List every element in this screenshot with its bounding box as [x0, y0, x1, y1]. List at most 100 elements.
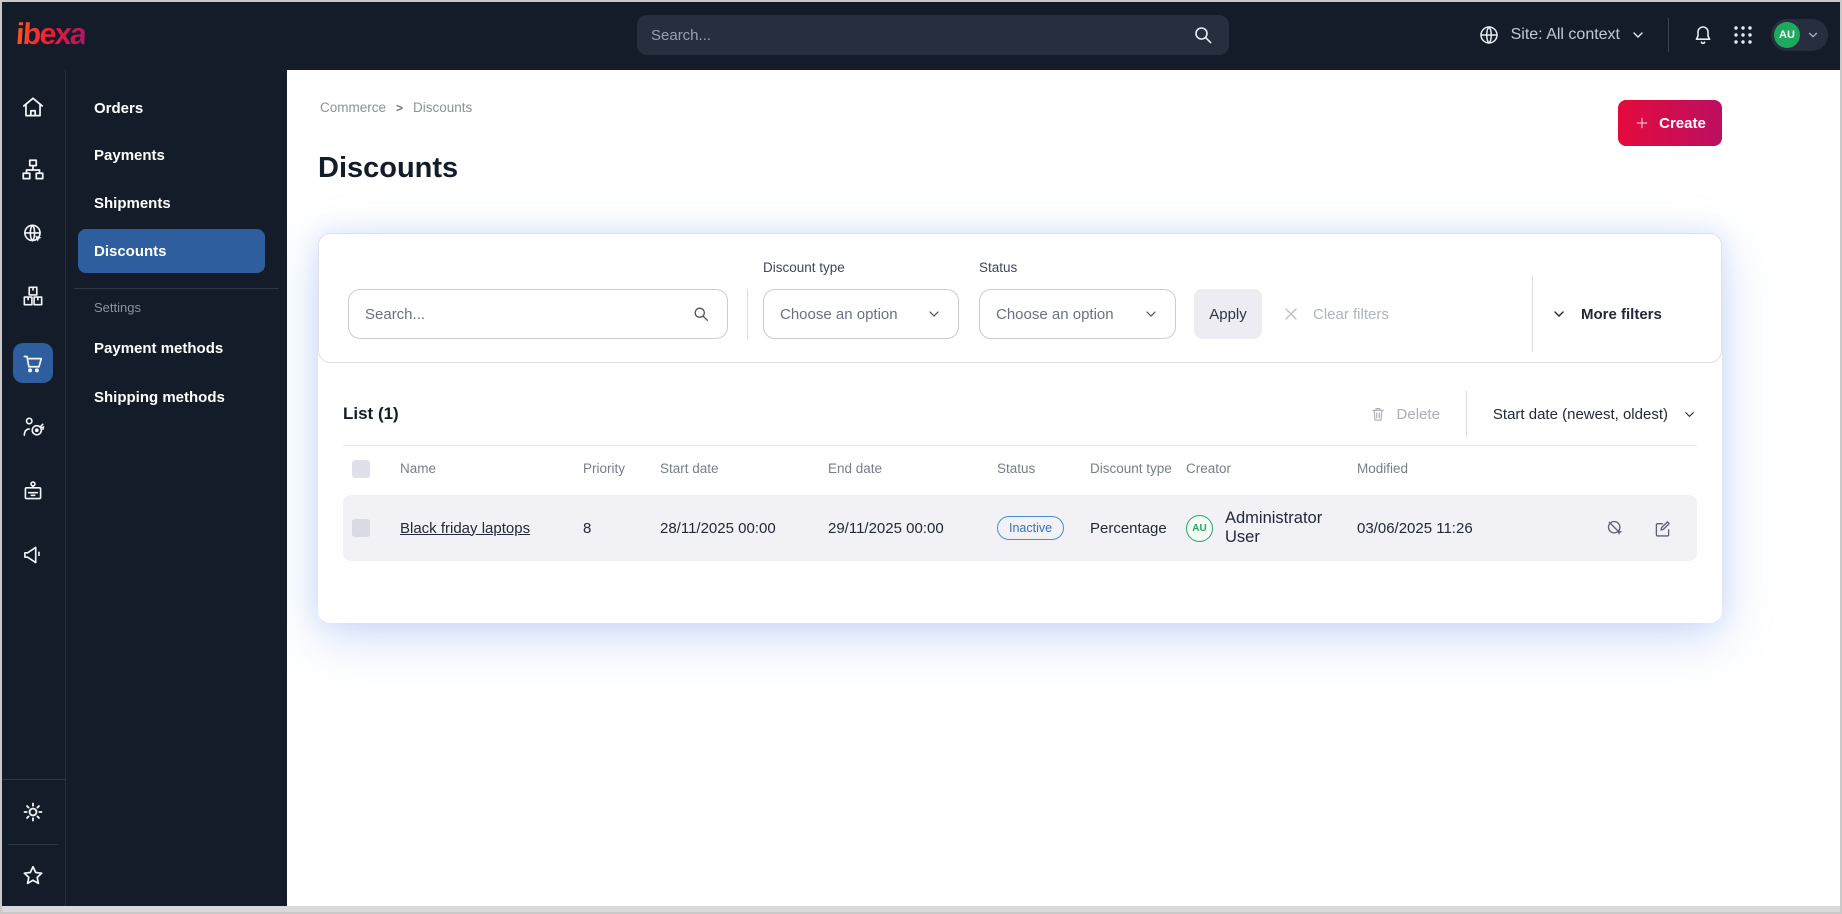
menu-section-label: Settings [94, 300, 141, 315]
menu-item-label: Payments [94, 146, 165, 164]
site-context-selector[interactable]: Site: All context [1477, 23, 1646, 47]
row-checkbox[interactable] [352, 519, 370, 537]
sidebar-item-content[interactable] [13, 150, 53, 190]
sidebar-item-products[interactable] [13, 276, 53, 316]
sidebar-item-site[interactable] [13, 214, 53, 254]
search-icon [694, 307, 708, 321]
user-menu[interactable]: AU [1771, 19, 1828, 51]
trash-icon [1371, 408, 1384, 421]
menu-item-orders[interactable]: Orders [78, 86, 265, 130]
chevron-down-icon [1633, 32, 1643, 38]
sort-selector-label: Start date (newest, oldest) [1492, 405, 1668, 423]
end-date-cell: 29/11/2025 00:00 [828, 519, 944, 537]
delete-button[interactable]: Delete [1369, 405, 1440, 423]
discount-type-cell: Percentage [1090, 519, 1167, 537]
sitemap-icon [22, 159, 44, 180]
menu-item-shipments[interactable]: Shipments [78, 181, 265, 225]
list-header: List (1) Delete Start date (newest, olde… [343, 389, 1697, 439]
modified-cell: 03/06/2025 11:26 [1357, 519, 1473, 537]
boxes-icon [23, 286, 43, 306]
rail-divider [0, 779, 66, 780]
sidebar-item-marketing[interactable] [13, 535, 53, 575]
more-filters-button[interactable]: More filters [1551, 289, 1662, 339]
filter-panel: Discount type Choose an option Status Ch… [318, 233, 1722, 363]
rail-divider [8, 844, 58, 845]
avatar: AU [1774, 22, 1800, 48]
column-header-modified: Modified [1357, 461, 1409, 476]
globe-icon [1479, 26, 1498, 44]
sidebar-item-customers[interactable] [13, 407, 53, 447]
cart-icon [23, 355, 43, 373]
sidebar-item-commerce[interactable] [13, 343, 53, 383]
megaphone-icon [24, 546, 40, 564]
clear-filters-label: Clear filters [1313, 305, 1389, 323]
menu-item-payments[interactable]: Payments [78, 133, 265, 177]
discount-type-select[interactable]: Choose an option [763, 289, 959, 339]
menu-item-label: Shipping methods [94, 388, 225, 406]
chevron-down-icon [1554, 311, 1564, 317]
page-title: Discounts [318, 152, 459, 184]
column-header-name: Name [400, 461, 437, 476]
row-actions [1605, 518, 1697, 539]
filter-search-input[interactable] [365, 305, 691, 323]
status-select[interactable]: Choose an option [979, 289, 1176, 339]
globe-cursor-icon [24, 224, 42, 242]
sidebar-item-admin[interactable] [13, 792, 53, 832]
discount-type-label: Discount type [763, 260, 845, 275]
creator-cell: AU Administrator User [1186, 509, 1357, 547]
filter-divider [747, 289, 748, 339]
select-all-checkbox[interactable] [352, 459, 370, 478]
sidebar-item-bookmarks[interactable] [13, 856, 53, 896]
icon-rail [0, 70, 66, 906]
sidebar-item-users[interactable] [13, 471, 53, 511]
menu-item-label: Orders [94, 99, 144, 117]
column-header-status: Status [997, 461, 1036, 476]
start-date-cell: 28/11/2025 00:00 [660, 519, 776, 537]
creator-avatar: AU [1186, 514, 1213, 542]
creator-name: Administrator User [1225, 509, 1323, 546]
table-header-row: Name Priority Start date End date Status… [343, 445, 1697, 491]
star-icon [23, 865, 43, 885]
column-header-priority: Priority [583, 461, 626, 476]
menu-item-label: Shipments [94, 194, 171, 212]
clear-filters-button[interactable]: Clear filters [1281, 289, 1389, 339]
chevron-down-icon [1146, 311, 1156, 317]
commerce-menu: Orders Payments Shipments Discounts Sett… [66, 70, 287, 906]
status-value: Choose an option [996, 305, 1114, 323]
site-context-label: Site: All context [1510, 26, 1620, 43]
sort-selector[interactable]: Start date (newest, oldest) [1493, 406, 1697, 423]
sidebar-item-dashboard[interactable] [13, 87, 53, 127]
column-header-end-date: End date [828, 461, 883, 476]
preview-disabled-icon[interactable] [1605, 518, 1626, 539]
create-button[interactable]: Create [1618, 100, 1722, 146]
menu-divider [74, 288, 279, 289]
create-button-label: Create [1659, 114, 1706, 132]
chevron-down-icon [929, 311, 939, 317]
global-search[interactable] [637, 15, 1229, 55]
filter-divider [1532, 276, 1533, 352]
list-title: List (1) [343, 404, 399, 423]
discounts-card: Discount type Choose an option Status Ch… [318, 233, 1722, 623]
menu-item-payment-methods[interactable]: Payment methods [78, 326, 265, 370]
notifications-bell-icon[interactable] [1691, 23, 1715, 47]
gear-icon [23, 802, 43, 822]
breadcrumb-separator: > [396, 100, 404, 115]
menu-item-label: Payment methods [94, 339, 224, 357]
chevron-down-icon [1685, 411, 1694, 417]
column-header-start-date: Start date [660, 461, 719, 476]
main-content: Commerce > Discounts Create Discounts Di… [287, 70, 1842, 906]
search-icon [1195, 27, 1212, 44]
app-grid-icon[interactable] [1731, 23, 1755, 47]
close-icon [1285, 308, 1297, 320]
edit-icon[interactable] [1652, 518, 1673, 539]
menu-item-label: Discounts [94, 242, 167, 260]
person-target-icon [23, 417, 45, 436]
apply-button[interactable]: Apply [1194, 289, 1262, 339]
breadcrumb-commerce[interactable]: Commerce [320, 100, 386, 115]
menu-item-discounts[interactable]: Discounts [78, 229, 265, 273]
global-search-input[interactable] [651, 26, 1191, 44]
discount-name-link[interactable]: Black friday laptops [400, 520, 530, 537]
filter-search[interactable] [348, 289, 728, 339]
delete-button-label: Delete [1396, 405, 1440, 423]
menu-item-shipping-methods[interactable]: Shipping methods [78, 375, 265, 419]
